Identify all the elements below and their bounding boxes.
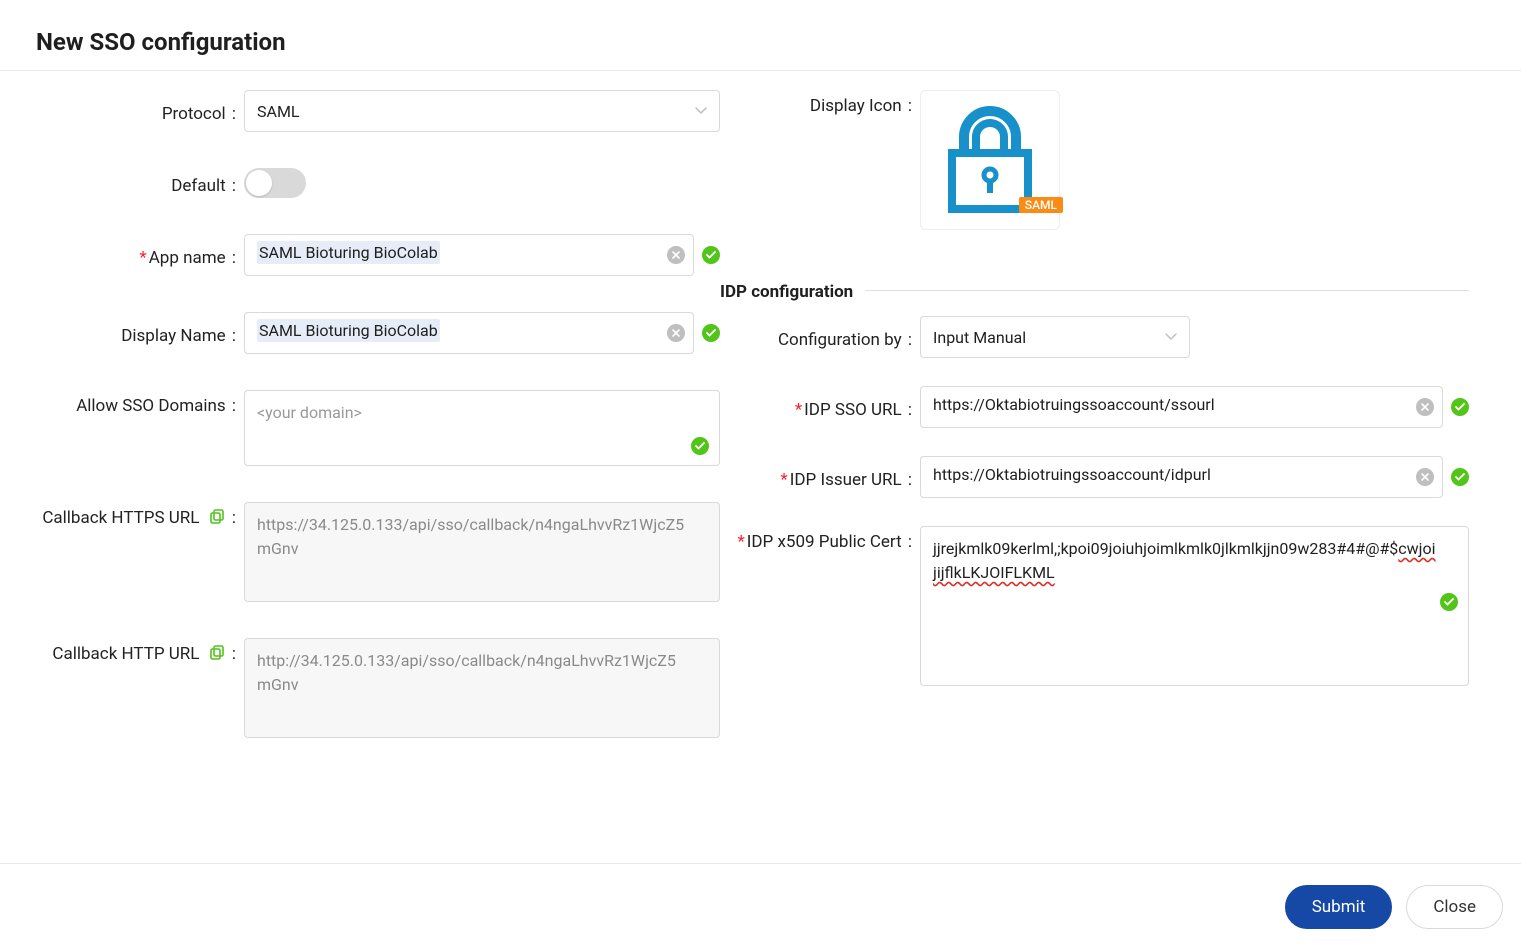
default-label: Default : xyxy=(0,170,244,196)
display-name-label: Display Name : xyxy=(0,320,244,346)
protocol-label: Protocol : xyxy=(0,98,244,124)
protocol-value: SAML xyxy=(257,102,300,121)
config-by-select[interactable]: Input Manual xyxy=(920,316,1190,358)
clear-icon[interactable] xyxy=(667,324,685,342)
clear-icon[interactable] xyxy=(1416,468,1434,486)
clear-icon[interactable] xyxy=(1416,398,1434,416)
idp-heading: IDP configuration xyxy=(720,282,853,302)
success-icon xyxy=(702,246,720,264)
idp-cert-label: *IDP x509 Public Cert : xyxy=(720,526,920,552)
success-icon xyxy=(1451,398,1469,416)
idp-sso-url-label: *IDP SSO URL : xyxy=(720,394,920,420)
allow-domains-input[interactable]: <your domain> xyxy=(244,390,720,466)
copy-icon[interactable] xyxy=(208,644,226,662)
page-title: New SSO configuration xyxy=(36,28,1485,56)
default-toggle[interactable] xyxy=(244,168,306,198)
idp-issuer-url-label: *IDP Issuer URL : xyxy=(720,464,920,490)
chevron-down-icon xyxy=(695,107,707,115)
protocol-select[interactable]: SAML xyxy=(244,90,720,132)
close-button[interactable]: Close xyxy=(1406,885,1503,929)
callback-https-label: Callback HTTPS URL : xyxy=(0,502,244,528)
display-name-input[interactable]: SAML Bioturing BioColab xyxy=(244,312,694,354)
chevron-down-icon xyxy=(1165,333,1177,341)
saml-badge: SAML xyxy=(1019,197,1063,213)
submit-button[interactable]: Submit xyxy=(1285,885,1393,929)
success-icon xyxy=(1440,593,1458,611)
success-icon xyxy=(1451,468,1469,486)
idp-sso-url-input[interactable]: https://Oktabiotruingssoaccount/ssourl xyxy=(920,386,1443,428)
callback-http-input: http://34.125.0.133/api/sso/callback/n4n… xyxy=(244,638,720,738)
app-name-input[interactable]: SAML Bioturing BioColab xyxy=(244,234,694,276)
display-icon-preview[interactable]: SAML xyxy=(920,90,1060,230)
app-name-label: *App name : xyxy=(0,242,244,268)
config-by-label: Configuration by : xyxy=(720,324,920,350)
copy-icon[interactable] xyxy=(208,508,226,526)
idp-cert-input[interactable]: jjrejkmlk09kerlml,;kpoi09joiuhjoimlkmlk0… xyxy=(920,526,1469,686)
callback-http-label: Callback HTTP URL : xyxy=(0,638,244,664)
callback-https-input: https://34.125.0.133/api/sso/callback/n4… xyxy=(244,502,720,602)
success-icon xyxy=(702,324,720,342)
allow-domains-label: Allow SSO Domains : xyxy=(0,390,244,416)
display-icon-label: Display Icon : xyxy=(720,90,920,116)
clear-icon[interactable] xyxy=(667,246,685,264)
success-icon xyxy=(691,437,709,455)
idp-issuer-url-input[interactable]: https://Oktabiotruingssoaccount/idpurl xyxy=(920,456,1443,498)
config-by-value: Input Manual xyxy=(933,328,1026,347)
